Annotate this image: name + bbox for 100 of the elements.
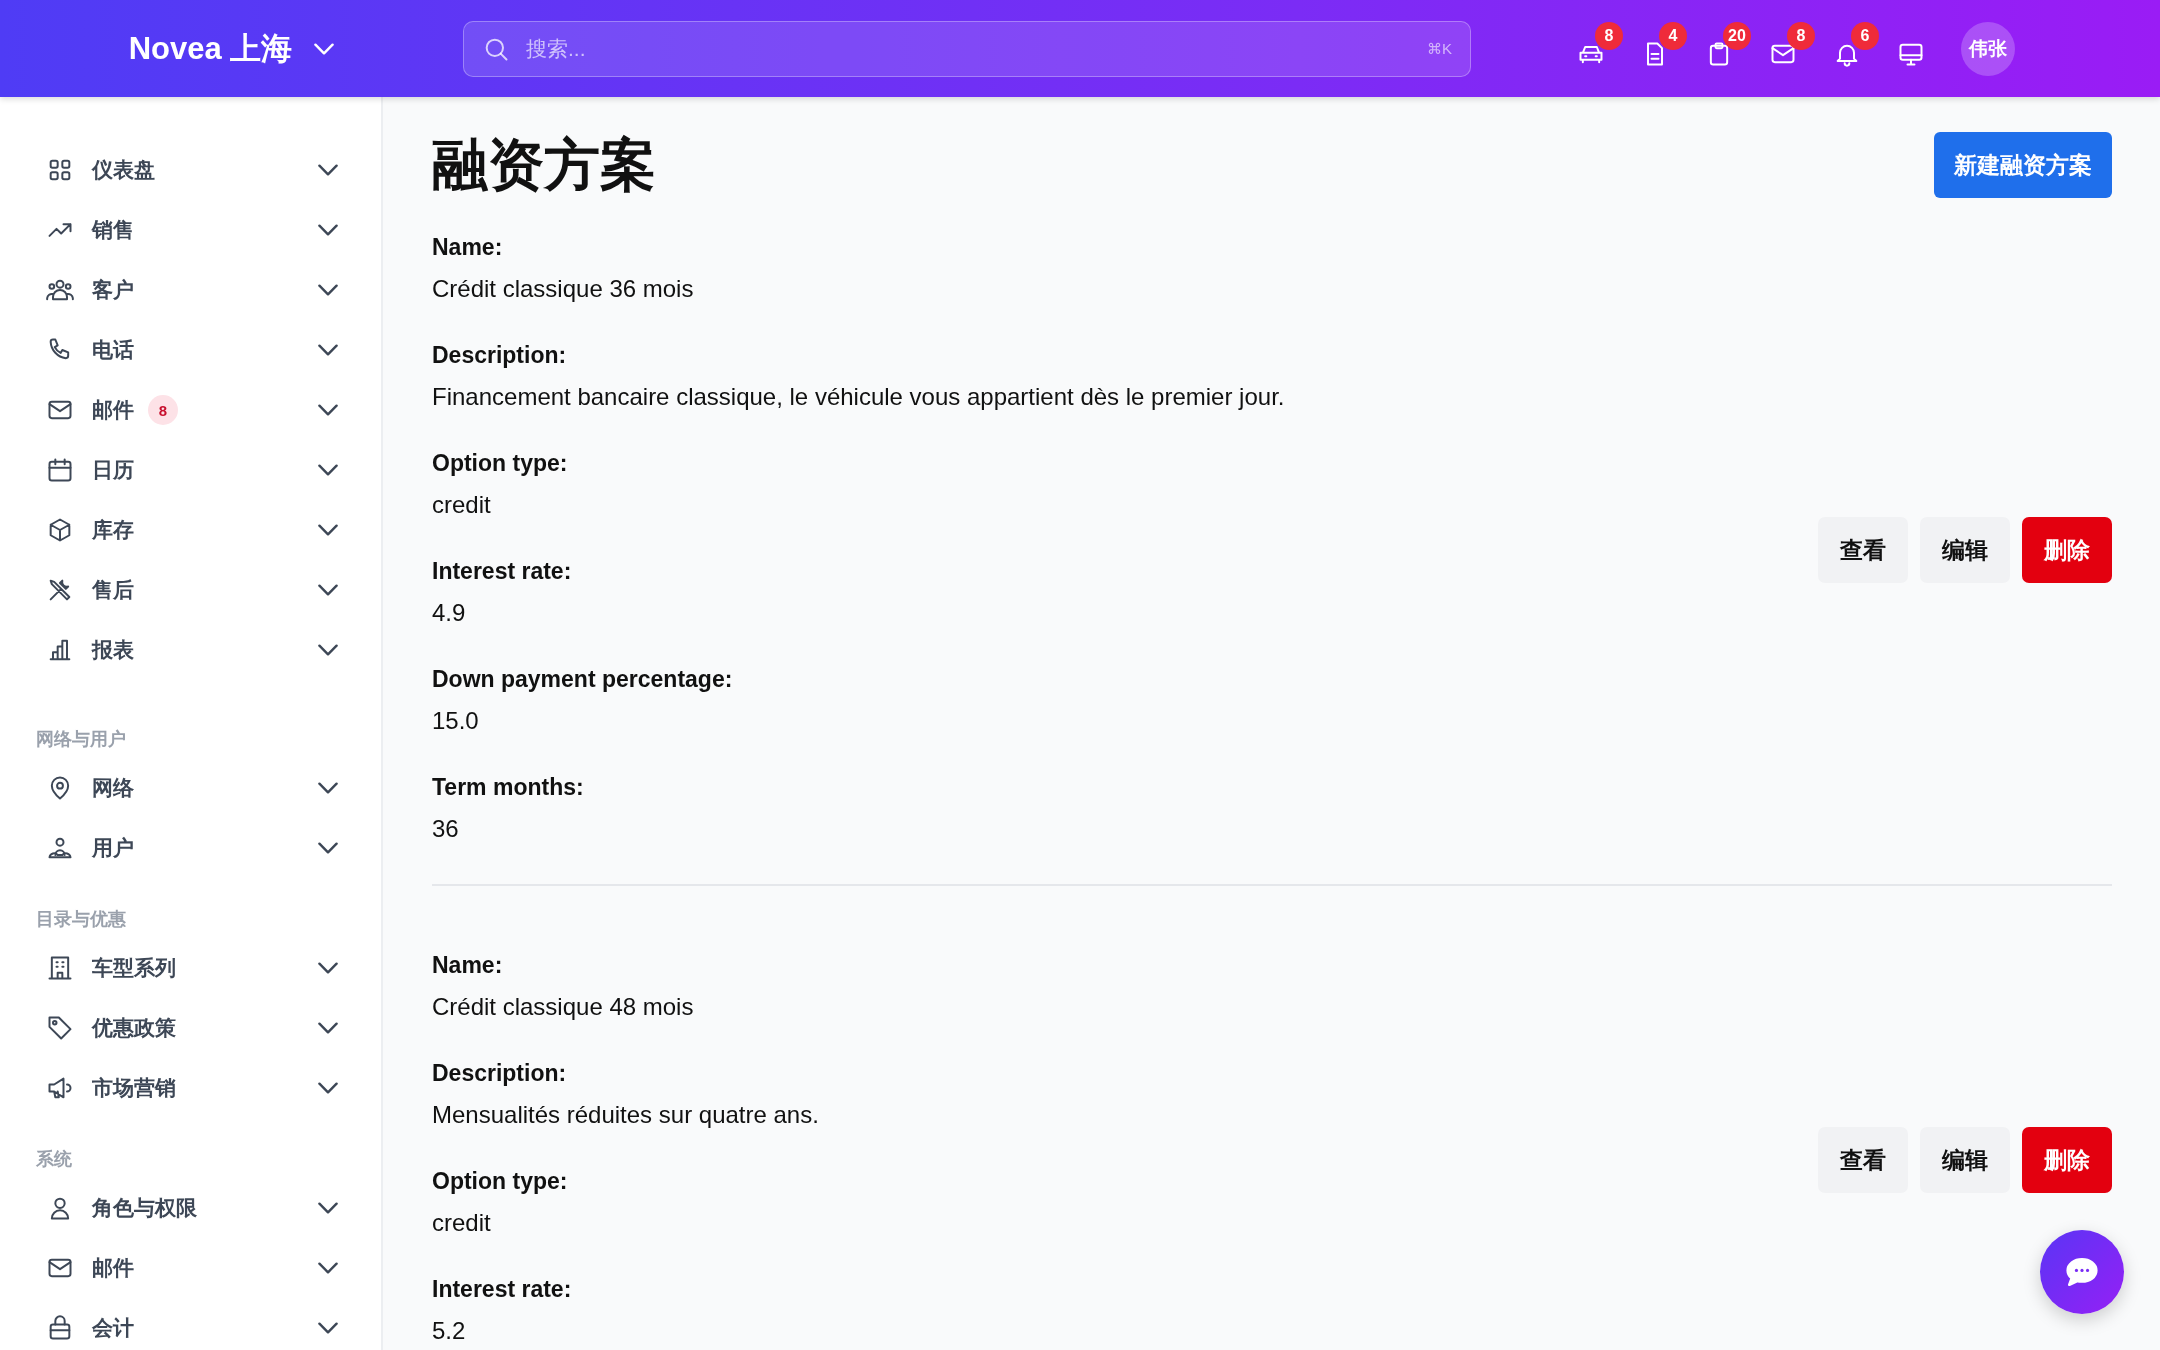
delete-button[interactable]: 删除 xyxy=(2022,1127,2112,1193)
item-label: 邮件 xyxy=(92,1255,134,1281)
item-label: 邮件 xyxy=(92,397,134,423)
sidebar-item[interactable]: 角色与权限 xyxy=(36,1178,348,1238)
envelope-button[interactable]: 8 xyxy=(1759,21,1815,76)
count-badge: 20 xyxy=(1723,21,1751,50)
shortcut-hint: ⌘K xyxy=(1427,39,1452,58)
action-button[interactable]: 查看 xyxy=(1818,1127,1908,1193)
field-label: Description: xyxy=(432,341,568,370)
sidebar-item[interactable]: 仪表盘 xyxy=(36,140,348,200)
chevron-down-icon xyxy=(318,782,338,794)
sidebar-item[interactable]: 用户 xyxy=(36,818,348,878)
sidebar-item[interactable]: 会计 xyxy=(36,1298,348,1350)
chevron-down-icon xyxy=(318,584,338,596)
clipboard-button[interactable]: 20 xyxy=(1695,21,1751,76)
item-label: 仪表盘 xyxy=(92,157,155,183)
item-label: 角色与权限 xyxy=(92,1195,197,1221)
item-label: 车型系列 xyxy=(92,955,176,981)
item-label: 日历 xyxy=(92,457,134,483)
item-label: 报表 xyxy=(92,637,134,663)
chevron-down-icon xyxy=(318,1322,338,1334)
count-badge: 8 xyxy=(148,395,178,425)
search-input[interactable]: 搜索... xyxy=(524,35,1413,62)
field-value: 5.2 xyxy=(432,1316,467,1346)
count-badge: 6 xyxy=(1851,21,1879,50)
chevron-down-icon xyxy=(318,284,338,296)
field-value: 36 xyxy=(432,814,460,844)
section-heading: 网络与用户 xyxy=(36,728,127,751)
chevron-down-icon xyxy=(318,464,338,476)
field-value: 4.9 xyxy=(432,598,467,628)
bell-button[interactable]: 6 xyxy=(1823,21,1879,76)
chevron-down-icon xyxy=(318,1082,338,1094)
count-badge: 8 xyxy=(1787,21,1815,50)
field-value: 15.0 xyxy=(432,706,480,736)
field-label: Down payment percentage: xyxy=(432,665,734,694)
field-label: Term months: xyxy=(432,773,585,802)
chevron-down-icon xyxy=(318,524,338,536)
chevron-down-icon xyxy=(318,842,338,854)
item-label: 用户 xyxy=(92,835,134,861)
field-value: credit xyxy=(432,1208,492,1238)
field-value: Crédit classique 36 mois xyxy=(432,274,695,304)
sidebar-item[interactable]: 销售 xyxy=(36,200,348,260)
item-label: 网络 xyxy=(92,775,134,801)
sidebar-item[interactable]: 电话 xyxy=(36,320,348,380)
field-label: Option type: xyxy=(432,1167,569,1196)
section-heading: 目录与优惠 xyxy=(36,908,127,931)
chevron-down-icon xyxy=(318,644,338,656)
sidebar-item[interactable]: 优惠政策 xyxy=(36,998,348,1058)
field-label: Name: xyxy=(432,951,504,980)
item-label: 电话 xyxy=(92,337,134,363)
field-value: Mensualités réduites sur quatre ans. xyxy=(432,1100,820,1130)
item-label: 会计 xyxy=(92,1315,134,1341)
delete-button[interactable]: 删除 xyxy=(2022,517,2112,583)
document-button[interactable]: 4 xyxy=(1631,21,1687,76)
sidebar-item[interactable]: 报表 xyxy=(36,620,348,680)
item-label: 售后 xyxy=(92,577,134,603)
chat-button[interactable] xyxy=(2040,1230,2124,1314)
field-value: Financement bancaire classique, le véhicule vous appartient dès le premier jour. xyxy=(432,382,1286,412)
sidebar-item[interactable]: 日历 xyxy=(36,440,348,500)
field-value: credit xyxy=(432,490,492,520)
tag-icon xyxy=(46,1014,74,1042)
item-label: 库存 xyxy=(92,517,134,543)
sidebar-item[interactable]: 客户 xyxy=(36,260,348,320)
sidebar-item[interactable]: 售后 xyxy=(36,560,348,620)
section-heading: 系统 xyxy=(36,1148,73,1171)
chevron-down-icon xyxy=(318,962,338,974)
calendar-icon xyxy=(46,456,74,484)
sidebar-item[interactable]: 邮件 xyxy=(36,1238,348,1298)
sidebar-item[interactable]: 网络 xyxy=(36,758,348,818)
chevron-down-icon xyxy=(318,344,338,356)
sidebar-item[interactable]: 车型系列 xyxy=(36,938,348,998)
action-button[interactable]: 编辑 xyxy=(1920,517,2010,583)
item-label: 客户 xyxy=(92,277,134,303)
field-label: Option type: xyxy=(432,449,569,478)
sidebar-item[interactable]: 库存 xyxy=(36,500,348,560)
chevron-down-icon xyxy=(318,1202,338,1214)
chevron-down-icon xyxy=(318,404,338,416)
field-label: Name: xyxy=(432,233,504,262)
item-label: 优惠政策 xyxy=(92,1015,176,1041)
sidebar-item[interactable]: 邮件 8 xyxy=(36,380,348,440)
chevron-down-icon xyxy=(318,1022,338,1034)
action-button[interactable]: 查看 xyxy=(1818,517,1908,583)
chevron-down-icon xyxy=(318,1262,338,1274)
chevron-down-icon xyxy=(318,164,338,176)
chevron-down-icon xyxy=(314,42,335,55)
action-button[interactable]: 编辑 xyxy=(1920,1127,2010,1193)
item-label: 销售 xyxy=(92,217,134,243)
field-label: Description: xyxy=(432,1059,568,1088)
count-badge: 4 xyxy=(1659,21,1687,50)
brand-name[interactable]: Novea 上海 xyxy=(128,27,293,70)
field-value: Crédit classique 48 mois xyxy=(432,992,695,1022)
building-icon xyxy=(46,954,74,982)
car-button[interactable]: 8 xyxy=(1567,21,1623,76)
user-avatar[interactable]: 伟张 xyxy=(1961,21,2015,76)
field-label: Interest rate: xyxy=(432,557,573,586)
field-label: Interest rate: xyxy=(432,1275,573,1304)
sidebar-item[interactable]: 市场营销 xyxy=(36,1058,348,1118)
new-plan-button[interactable]: 新建融资方案 xyxy=(1934,132,2112,198)
item-label: 市场营销 xyxy=(92,1075,176,1101)
chevron-down-icon xyxy=(318,224,338,236)
